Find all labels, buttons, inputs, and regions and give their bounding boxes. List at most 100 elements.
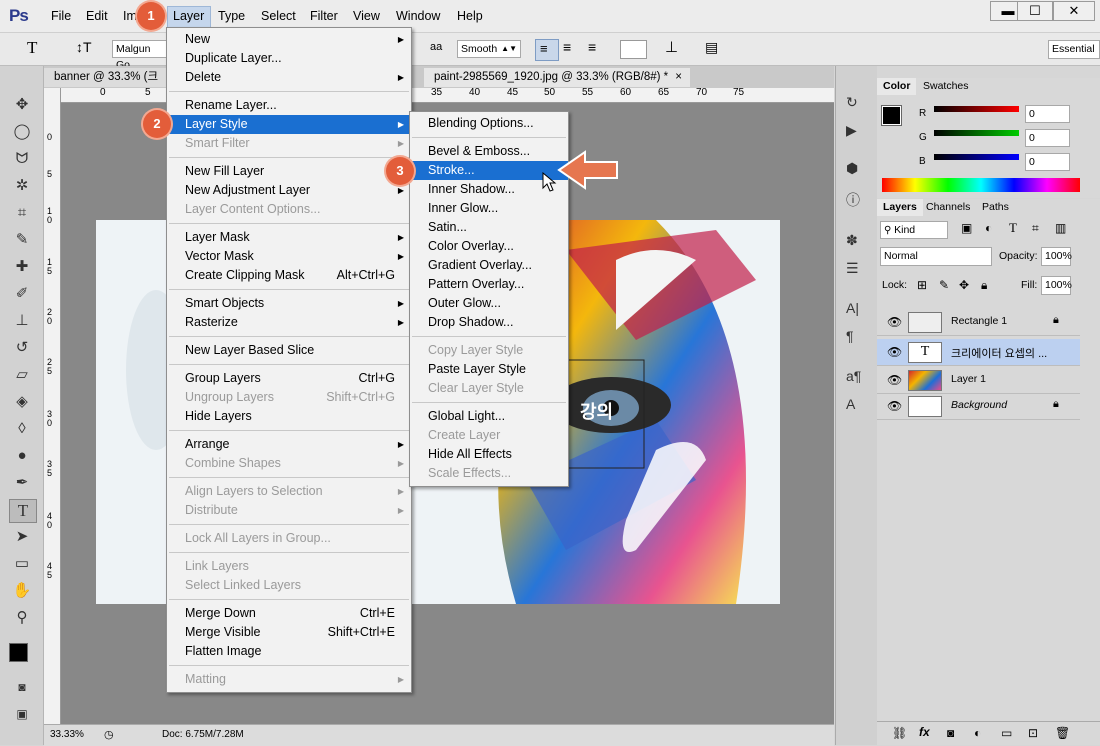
type-tool-icon[interactable]: T — [27, 38, 37, 58]
layer-menu-item[interactable]: Merge Down Ctrl+E — [167, 604, 411, 623]
layer-menu-item[interactable]: Smart Filter ▶ — [167, 134, 411, 153]
color-spectrum-ramp[interactable] — [882, 178, 1080, 192]
tab-channels[interactable]: Channels — [920, 199, 976, 216]
path-selection-tool-icon[interactable]: ➤ — [9, 526, 35, 548]
tab-paint[interactable]: paint-2985569_1920.jpg @ 33.3% (RGB/8#) … — [424, 68, 690, 87]
eyedropper-tool-icon[interactable]: ✎ — [9, 229, 35, 251]
blur-tool-icon[interactable]: ◊ — [9, 418, 35, 440]
menu-view[interactable]: View — [353, 9, 380, 23]
style-menu-item[interactable]: Outer Glow... — [410, 294, 568, 313]
screen-mode-icon[interactable]: ▣ — [9, 703, 35, 725]
paragraph-panel-icon[interactable]: ¶ — [846, 328, 854, 344]
filter-shape-icon[interactable]: ⌗ — [1032, 221, 1039, 236]
text-color-swatch[interactable] — [620, 40, 647, 59]
visibility-eye-icon[interactable]: 👁︎ — [887, 315, 902, 329]
layer-menu-item[interactable]: Flatten Image — [167, 642, 411, 661]
pen-tool-icon[interactable]: ✒ — [9, 472, 35, 494]
channel-g-slider[interactable] — [934, 130, 1019, 136]
lock-pixels-icon[interactable]: ⊞ — [917, 278, 927, 292]
layer-menu-item[interactable]: New Layer Based Slice — [167, 341, 411, 360]
filter-type-icon[interactable]: T — [1009, 220, 1017, 236]
layer-menu-item[interactable]: Matting ▶ — [167, 670, 411, 689]
style-menu-item[interactable]: Inner Glow... — [410, 199, 568, 218]
align-right-button[interactable]: ≡ — [588, 39, 596, 55]
character-panel-icon[interactable]: ▤ — [705, 39, 718, 56]
layer-menu-item[interactable]: Duplicate Layer... — [167, 49, 411, 68]
align-left-button[interactable]: ≡ — [535, 39, 559, 61]
channel-b-slider[interactable] — [934, 154, 1019, 160]
visibility-eye-icon[interactable]: 👁︎ — [887, 345, 902, 359]
style-menu-item[interactable]: Global Light... — [410, 407, 568, 426]
menu-window[interactable]: Window — [396, 9, 440, 23]
paint-bucket-tool-icon[interactable]: ◈ — [9, 391, 35, 413]
rectangle-tool-icon[interactable]: ▭ — [9, 553, 35, 575]
tab-layers[interactable]: Layers — [877, 199, 923, 216]
new-layer-icon[interactable]: ⊡ — [1028, 726, 1038, 740]
stamp-tool-icon[interactable]: ⊥ — [9, 310, 35, 332]
fx-icon[interactable]: fx — [919, 725, 930, 739]
color-foreground[interactable] — [881, 105, 902, 126]
layer-menu-item[interactable]: Hide Layers — [167, 407, 411, 426]
para-styles-panel-icon[interactable]: A — [846, 396, 855, 412]
link-icon[interactable]: ⛓ — [892, 726, 907, 740]
healing-brush-tool-icon[interactable]: ✚ — [9, 256, 35, 278]
layer-menu-item[interactable]: Delete ▶ — [167, 68, 411, 87]
opacity-field[interactable]: 100% — [1041, 247, 1072, 266]
layer-menu-item[interactable]: Layer Mask ▶ — [167, 228, 411, 247]
style-menu-item[interactable]: Scale Effects... — [410, 464, 568, 483]
menu-select[interactable]: Select — [261, 9, 296, 23]
mask-icon[interactable]: ◙ — [947, 726, 954, 740]
layer-menu-item[interactable]: Vector Mask ▶ — [167, 247, 411, 266]
menu-edit[interactable]: Edit — [86, 9, 108, 23]
channel-b-value[interactable]: 0 — [1025, 153, 1070, 171]
layer-row-background[interactable]: 👁︎ Background 🔒︎ — [877, 393, 1080, 420]
tab-paths[interactable]: Paths — [976, 199, 1015, 216]
layer-menu-item[interactable]: Rasterize ▶ — [167, 313, 411, 332]
fill-field[interactable]: 100% — [1041, 276, 1072, 295]
visibility-eye-icon[interactable]: 👁︎ — [887, 399, 902, 413]
info-panel-icon[interactable]: ⓘ — [846, 190, 860, 210]
lasso-tool-icon[interactable]: ᗢ — [9, 148, 35, 170]
move-tool-icon[interactable]: ✥ — [9, 94, 35, 116]
menu-type[interactable]: Type — [218, 9, 245, 23]
warp-text-icon[interactable]: ⊥ — [665, 38, 678, 56]
antialias-select[interactable]: Smooth ▲▼ — [457, 40, 521, 58]
style-menu-item[interactable]: Color Overlay... — [410, 237, 568, 256]
folder-icon[interactable]: ▭ — [1001, 726, 1012, 740]
eraser-tool-icon[interactable]: ▱ — [9, 364, 35, 386]
magic-wand-tool-icon[interactable]: ✲ — [9, 175, 35, 197]
zoom-level[interactable]: 33.33% — [50, 729, 84, 740]
align-center-button[interactable]: ≡ — [563, 39, 571, 55]
hand-tool-icon[interactable]: ✋ — [9, 580, 35, 602]
lock-position-icon[interactable]: ✥ — [959, 278, 969, 292]
brush-panel-icon[interactable]: ✽ — [846, 232, 858, 249]
layer-menu-item[interactable]: Select Linked Layers — [167, 576, 411, 595]
crop-tool-icon[interactable]: ⌗ — [9, 202, 35, 224]
history-panel-icon[interactable]: ↻ — [846, 94, 858, 111]
channel-r-slider[interactable] — [934, 106, 1019, 112]
layer-menu-item[interactable]: Group Layers Ctrl+G — [167, 369, 411, 388]
history-brush-tool-icon[interactable]: ↺ — [9, 337, 35, 359]
tab-swatches[interactable]: Swatches — [917, 78, 975, 95]
layer-menu-item[interactable]: New ▶ — [167, 30, 411, 49]
filter-smart-icon[interactable]: ▥ — [1055, 221, 1066, 235]
channel-r-value[interactable]: 0 — [1025, 105, 1070, 123]
style-menu-item[interactable]: Create Layer — [410, 426, 568, 445]
char-styles-panel-icon[interactable]: a¶ — [846, 368, 861, 384]
layer-menu-item[interactable]: Align Layers to Selection ▶ — [167, 482, 411, 501]
lock-paint-icon[interactable]: ✎ — [939, 278, 949, 292]
menu-help[interactable]: Help — [457, 9, 483, 23]
trash-icon[interactable]: 🗑︎ — [1055, 726, 1070, 740]
channel-g-value[interactable]: 0 — [1025, 129, 1070, 147]
style-menu-item[interactable]: Blending Options... — [410, 114, 568, 133]
tab-color[interactable]: Color — [877, 78, 917, 95]
adjustment-icon[interactable]: ◐ — [974, 726, 981, 740]
style-menu-item[interactable]: Hide All Effects — [410, 445, 568, 464]
dodge-tool-icon[interactable]: ● — [9, 445, 35, 467]
text-orientation-icon[interactable]: ↕T — [76, 39, 92, 55]
layer-menu-item[interactable]: New Fill Layer▶ — [167, 162, 411, 181]
layer-menu-item[interactable]: Ungroup Layers Shift+Ctrl+G — [167, 388, 411, 407]
visibility-eye-icon[interactable]: 👁︎ — [887, 373, 902, 387]
lock-all-icon[interactable]: 🔒︎ — [981, 278, 987, 293]
filter-adjust-icon[interactable]: ◐ — [985, 221, 992, 235]
